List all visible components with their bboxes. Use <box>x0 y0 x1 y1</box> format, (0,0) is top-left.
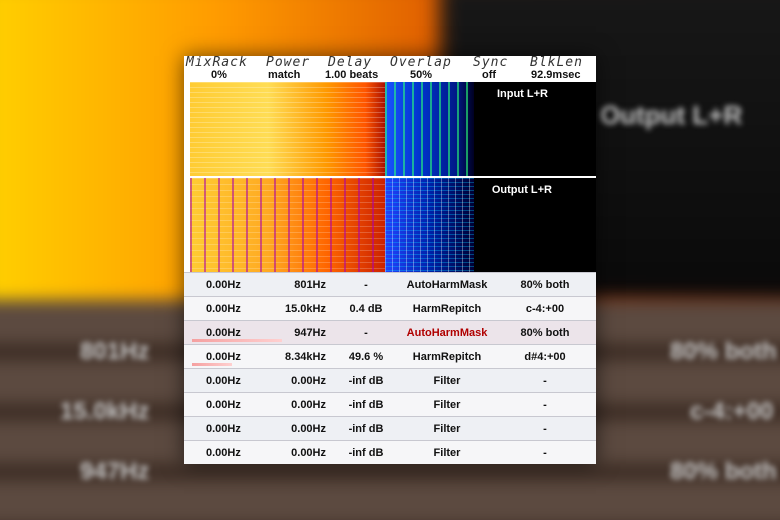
input-spectrogram[interactable]: Input L+R <box>190 82 596 176</box>
high-freq-value[interactable]: 8.34kHz <box>276 351 326 363</box>
effect-type[interactable]: Filter <box>392 423 502 435</box>
param-value[interactable]: - <box>510 399 580 411</box>
high-freq-value[interactable]: 0.00Hz <box>276 399 326 411</box>
effect-type[interactable]: HarmRepitch <box>392 303 502 315</box>
delay-label: Delay <box>328 55 373 70</box>
low-freq-value[interactable]: 0.00Hz <box>206 447 241 459</box>
sync-label: Sync <box>473 55 509 70</box>
mixrack-value[interactable]: 0% <box>211 69 227 81</box>
low-freq-value[interactable]: 0.00Hz <box>206 303 241 315</box>
effect-type[interactable]: Filter <box>392 447 502 459</box>
spectrogram-high-band <box>384 82 475 176</box>
gain-value[interactable]: 49.6 % <box>344 351 388 363</box>
bg-output-label: Output L+R <box>600 100 743 130</box>
sync-value[interactable]: off <box>482 69 496 81</box>
effect-type[interactable]: HarmRepitch <box>392 351 502 363</box>
gain-value[interactable]: 0.4 dB <box>344 303 388 315</box>
header-values: 0% match 1.00 beats 50% off 92.9msec <box>184 69 596 81</box>
low-freq-value[interactable]: 0.00Hz <box>206 279 241 291</box>
param-value[interactable]: - <box>510 423 580 435</box>
high-freq-value[interactable]: 947Hz <box>276 327 326 339</box>
param-value[interactable]: c-4:+00 <box>510 303 580 315</box>
low-freq-value[interactable]: 0.00Hz <box>206 351 241 363</box>
gain-value[interactable]: -inf dB <box>344 399 388 411</box>
spectrogram-low-band <box>190 178 385 272</box>
param-value[interactable]: - <box>510 447 580 459</box>
effect-type[interactable]: AutoHarmMask <box>392 327 502 339</box>
overlap-label: Overlap <box>390 55 452 70</box>
high-freq-value[interactable]: 0.00Hz <box>276 447 326 459</box>
spectrogram-high-band <box>384 178 475 272</box>
effect-type[interactable]: Filter <box>392 375 502 387</box>
effect-type[interactable]: Filter <box>392 399 502 411</box>
output-label: Output L+R <box>491 184 552 196</box>
high-freq-value[interactable]: 15.0kHz <box>276 303 326 315</box>
effect-type[interactable]: AutoHarmMask <box>392 279 502 291</box>
high-freq-value[interactable]: 0.00Hz <box>276 375 326 387</box>
bg-value: 947Hz <box>80 458 150 485</box>
delay-value[interactable]: 1.00 beats <box>325 69 378 81</box>
output-spectrogram[interactable]: Output L+R <box>190 178 596 272</box>
param-value[interactable]: 80% both <box>510 327 580 339</box>
effect-row[interactable]: 0.00Hz 0.00Hz -inf dB Filter - <box>184 440 596 464</box>
bg-value: 15.0kHz <box>60 398 150 425</box>
bg-value: c-4:+00 <box>690 398 774 425</box>
effect-row[interactable]: 0.00Hz 0.00Hz -inf dB Filter - <box>184 392 596 416</box>
gain-value[interactable]: -inf dB <box>344 423 388 435</box>
level-meter <box>192 339 282 342</box>
power-label: Power <box>266 55 311 70</box>
bg-value: 80% both <box>670 458 777 485</box>
mixrack-label: MixRack <box>186 55 248 70</box>
gain-value[interactable]: - <box>344 327 388 339</box>
param-value[interactable]: d#4:+00 <box>510 351 580 363</box>
low-freq-value[interactable]: 0.00Hz <box>206 399 241 411</box>
level-meter <box>192 363 232 366</box>
effect-row[interactable]: 0.00Hz 0.00Hz -inf dB Filter - <box>184 416 596 440</box>
plugin-panel: MixRack Power Delay Overlap Sync BlkLen … <box>184 56 596 464</box>
header-labels: MixRack Power Delay Overlap Sync BlkLen <box>184 56 596 70</box>
power-value[interactable]: match <box>268 69 300 81</box>
high-freq-value[interactable]: 0.00Hz <box>276 423 326 435</box>
bg-value: 801Hz <box>80 338 150 365</box>
effect-row[interactable]: 0.00Hz 0.00Hz -inf dB Filter - <box>184 368 596 392</box>
low-freq-value[interactable]: 0.00Hz <box>206 375 241 387</box>
param-value[interactable]: 80% both <box>510 279 580 291</box>
param-value[interactable]: - <box>510 375 580 387</box>
effect-rows: 0.00Hz 801Hz - AutoHarmMask 80% both 0.00Hz 15… <box>184 272 596 464</box>
high-freq-value[interactable]: 801Hz <box>276 279 326 291</box>
effect-row[interactable]: 0.00Hz 15.0kHz 0.4 dB HarmRepitch c-4:+00 <box>184 296 596 320</box>
effect-row[interactable]: 0.00Hz 801Hz - AutoHarmMask 80% both <box>184 272 596 296</box>
gain-value[interactable]: -inf dB <box>344 447 388 459</box>
bg-value: 80% both <box>670 338 777 365</box>
overlap-value[interactable]: 50% <box>410 69 432 81</box>
gain-value[interactable]: - <box>344 279 388 291</box>
input-label: Input L+R <box>496 88 548 100</box>
spectrogram-low-band <box>190 82 385 176</box>
blklen-label: BlkLen <box>530 55 583 70</box>
effect-row[interactable]: 0.00Hz 947Hz - AutoHarmMask 80% both <box>184 320 596 344</box>
blklen-value[interactable]: 92.9msec <box>531 69 581 81</box>
effect-row[interactable]: 0.00Hz 8.34kHz 49.6 % HarmRepitch d#4:+00 <box>184 344 596 368</box>
gain-value[interactable]: -inf dB <box>344 375 388 387</box>
low-freq-value[interactable]: 0.00Hz <box>206 423 241 435</box>
low-freq-value[interactable]: 0.00Hz <box>206 327 241 339</box>
